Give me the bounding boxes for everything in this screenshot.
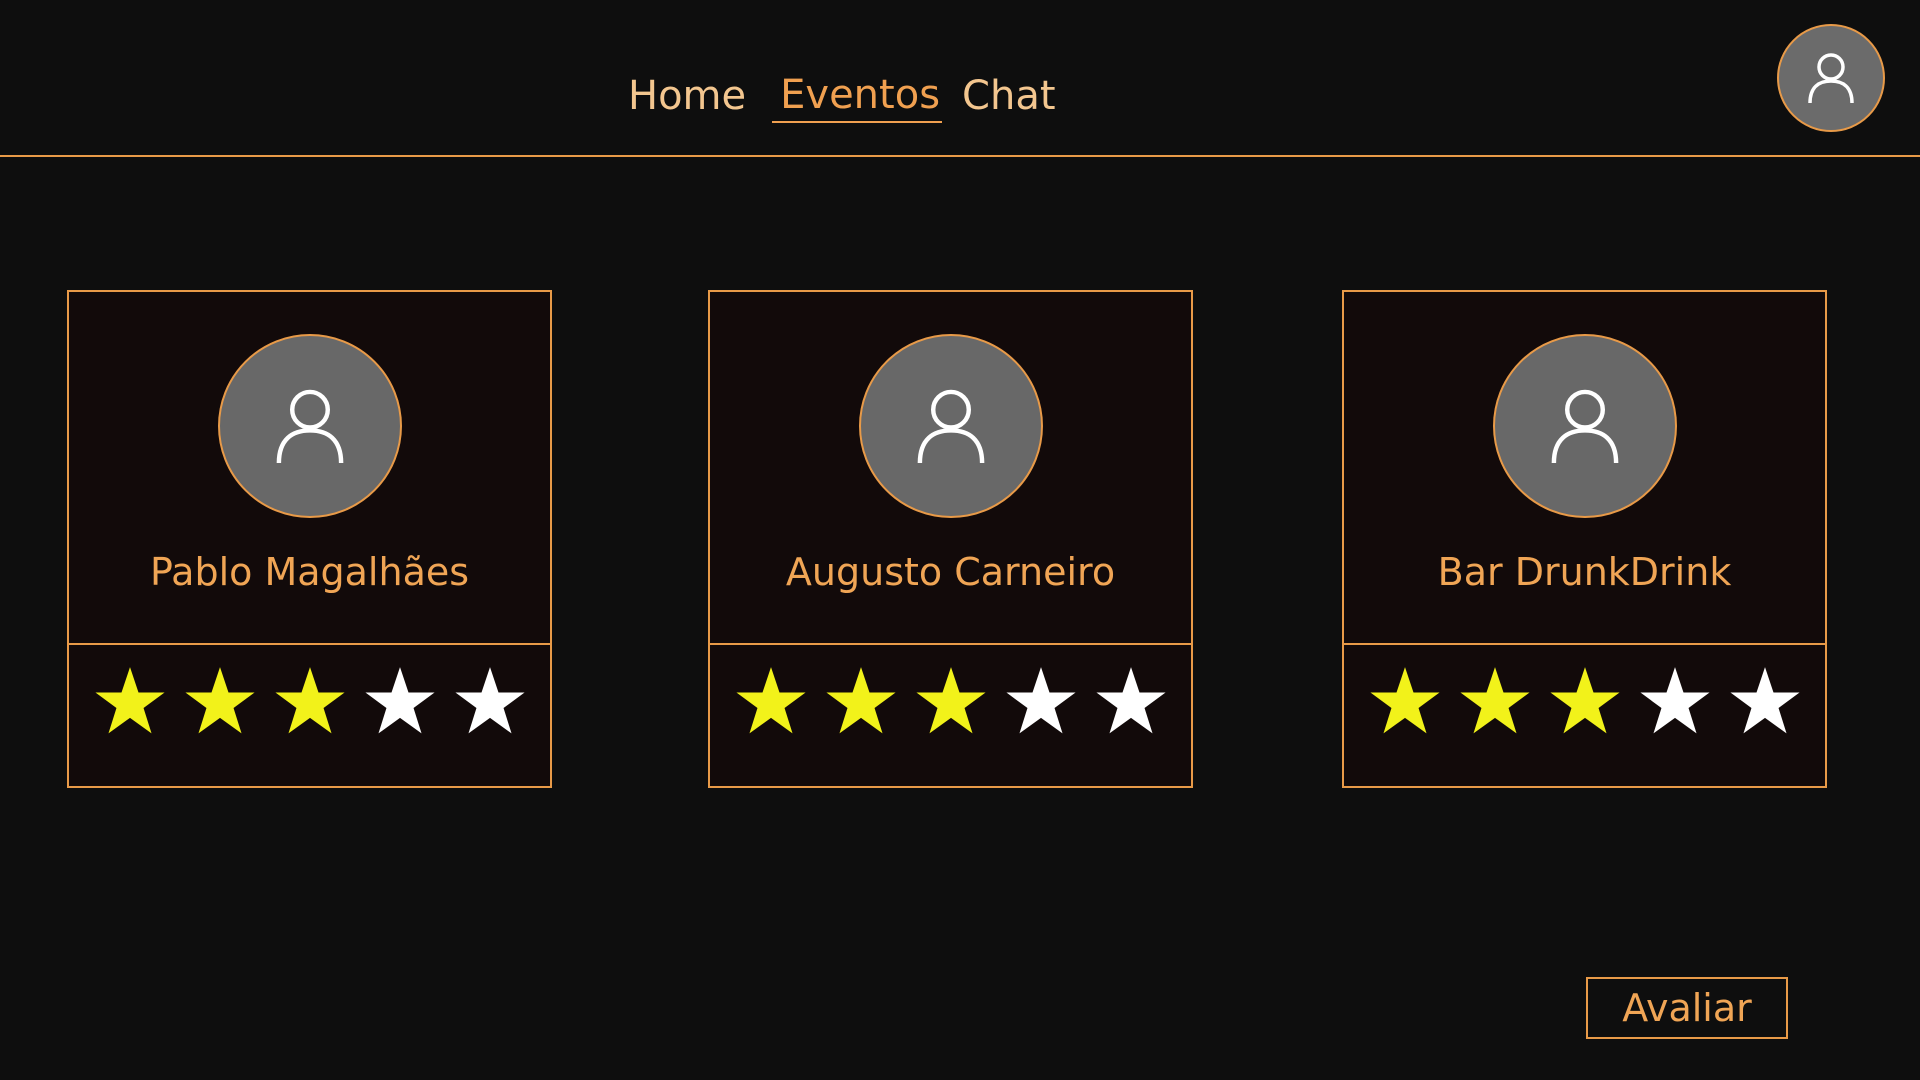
nav-eventos-link[interactable]: Eventos: [772, 69, 943, 123]
star-filled-icon[interactable]: [735, 665, 807, 737]
profile-card: Pablo Magalhães: [67, 290, 552, 788]
star-empty-icon[interactable]: [454, 665, 526, 737]
star-empty-icon[interactable]: [1729, 665, 1801, 737]
nav-home-link[interactable]: Home: [620, 66, 754, 126]
star-filled-icon[interactable]: [274, 665, 346, 737]
card-header: Bar DrunkDrink: [1344, 292, 1825, 645]
user-icon: [276, 389, 343, 464]
profile-card: Bar DrunkDrink: [1342, 290, 1827, 788]
card-avatar: [217, 334, 402, 518]
card-name: Augusto Carneiro: [785, 550, 1116, 594]
avaliar-button[interactable]: Avaliar: [1586, 977, 1788, 1039]
user-icon: [917, 389, 984, 464]
star-rating: [710, 665, 1191, 737]
star-filled-icon[interactable]: [184, 665, 256, 737]
card-header: Augusto Carneiro: [710, 292, 1191, 645]
profile-card: Augusto Carneiro: [708, 290, 1193, 788]
star-rating: [69, 665, 550, 737]
profile-avatar-button[interactable]: [1777, 24, 1885, 132]
star-empty-icon[interactable]: [364, 665, 436, 737]
star-filled-icon[interactable]: [1549, 665, 1621, 737]
user-icon: [1808, 53, 1854, 104]
star-rating: [1344, 665, 1825, 737]
page: Home Eventos Chat Pablo Magalhães August…: [0, 0, 1920, 1080]
user-icon: [1551, 389, 1618, 464]
card-avatar: [1492, 334, 1677, 518]
card-name: Bar DrunkDrink: [1437, 550, 1732, 594]
card-header: Pablo Magalhães: [69, 292, 550, 645]
star-empty-icon[interactable]: [1095, 665, 1167, 737]
top-nav: Home Eventos Chat: [620, 66, 1064, 126]
card-name: Pablo Magalhães: [149, 550, 470, 594]
star-empty-icon[interactable]: [1005, 665, 1077, 737]
star-empty-icon[interactable]: [1639, 665, 1711, 737]
nav-chat-link[interactable]: Chat: [954, 66, 1063, 126]
card-avatar: [858, 334, 1043, 518]
star-filled-icon[interactable]: [825, 665, 897, 737]
star-filled-icon[interactable]: [1459, 665, 1531, 737]
star-filled-icon[interactable]: [1369, 665, 1441, 737]
star-filled-icon[interactable]: [94, 665, 166, 737]
header-divider: [0, 155, 1920, 157]
star-filled-icon[interactable]: [915, 665, 987, 737]
